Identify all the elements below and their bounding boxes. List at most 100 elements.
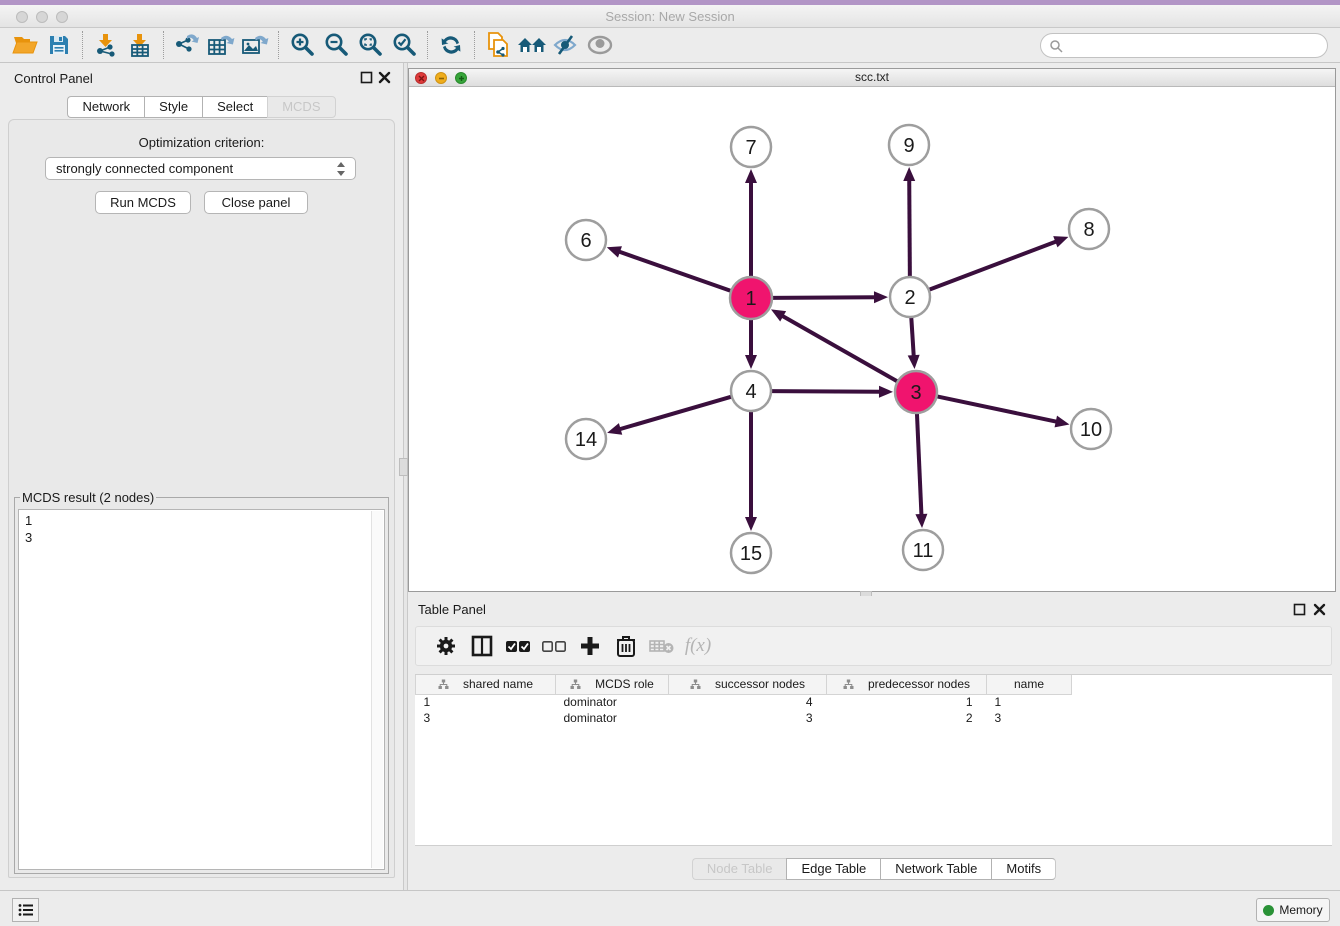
graph-node-10[interactable]: 10 (1071, 409, 1111, 449)
table-cell[interactable]: 1 (827, 694, 987, 710)
graph-node-2[interactable]: 2 (890, 277, 930, 317)
graph-node-14[interactable]: 14 (566, 419, 606, 459)
table-mode-gear-button[interactable] (428, 630, 464, 662)
optimization-criterion-select[interactable]: strongly connected component (45, 157, 356, 180)
table-row[interactable]: 1dominator411 (416, 694, 1072, 710)
maximize-window-icon[interactable] (455, 72, 467, 84)
save-session-button[interactable] (42, 30, 76, 60)
graph-edge-arrow-4-14 (607, 423, 622, 435)
column-header-MCDS-role[interactable]: MCDS role (556, 675, 669, 694)
run-mcds-button[interactable]: Run MCDS (95, 191, 191, 214)
memory-status-icon (1263, 905, 1274, 916)
table-row[interactable]: 3dominator323 (416, 710, 1072, 726)
function-builder-button: f(x) (680, 630, 716, 662)
tab-node-table[interactable]: Node Table (692, 858, 787, 880)
table-cell[interactable]: 1 (987, 694, 1072, 710)
column-header-predecessor-nodes[interactable]: predecessor nodes (827, 675, 987, 694)
column-header-successor-nodes[interactable]: successor nodes (669, 675, 827, 694)
column-header-shared-name[interactable]: shared name (416, 675, 556, 694)
graph-edge-2-8[interactable] (929, 241, 1058, 290)
graph-edge-2-3[interactable] (911, 317, 914, 357)
tab-motifs[interactable]: Motifs (991, 858, 1056, 880)
close-panel-button[interactable]: Close panel (204, 191, 308, 214)
zoom-out-button[interactable] (319, 30, 353, 60)
graph-edge-4-3[interactable] (771, 391, 881, 392)
reset-home-button[interactable] (515, 30, 549, 60)
graph-edge-arrow-1-7 (745, 169, 757, 183)
graph-node-9[interactable]: 9 (889, 125, 929, 165)
table-cell[interactable]: 3 (669, 710, 827, 726)
graph-node-6[interactable]: 6 (566, 220, 606, 260)
mcds-result-node: 3 (25, 529, 384, 546)
table-cell[interactable]: 1 (416, 694, 556, 710)
tab-edge-table[interactable]: Edge Table (786, 858, 880, 880)
search-box[interactable] (1040, 33, 1328, 58)
show-columns-button[interactable] (464, 630, 500, 662)
tab-select[interactable]: Select (202, 96, 267, 118)
close-traffic-icon[interactable] (16, 11, 28, 23)
hide-style-button[interactable] (549, 30, 583, 60)
graph-node-1[interactable]: 1 (730, 277, 772, 319)
zoom-fit-button[interactable] (353, 30, 387, 60)
table-cell[interactable]: dominator (556, 694, 669, 710)
table-cell[interactable]: 2 (827, 710, 987, 726)
graph-node-15[interactable]: 15 (731, 533, 771, 573)
graph-edge-3-11[interactable] (917, 413, 922, 516)
mcds-result-textarea[interactable]: 13 (18, 509, 385, 870)
close-panel-icon[interactable] (378, 71, 391, 84)
graph-node-7[interactable]: 7 (731, 127, 771, 167)
table-cell[interactable]: dominator (556, 710, 669, 726)
deselect-all-button[interactable] (536, 630, 572, 662)
export-table-button[interactable] (204, 30, 238, 60)
refresh-network-button[interactable] (434, 30, 468, 60)
tab-network[interactable]: Network (67, 96, 144, 118)
memory-button[interactable]: Memory (1256, 898, 1330, 922)
minimize-window-icon[interactable] (435, 72, 447, 84)
open-session-button[interactable] (8, 30, 42, 60)
table-cell[interactable]: 3 (416, 710, 556, 726)
minimize-traffic-icon[interactable] (36, 11, 48, 23)
show-eye-button[interactable] (583, 30, 617, 60)
graph-edge-4-14[interactable] (619, 397, 732, 430)
select-all-button[interactable] (500, 630, 536, 662)
tab-mcds[interactable]: MCDS (267, 96, 335, 118)
tab-style[interactable]: Style (144, 96, 202, 118)
graph-node-4[interactable]: 4 (731, 371, 771, 411)
close-table-panel-icon[interactable] (1313, 603, 1326, 616)
zoom-in-button[interactable] (285, 30, 319, 60)
table-body[interactable]: 1dominator4113dominator323 (416, 694, 1072, 726)
import-network-button[interactable] (89, 30, 123, 60)
panel-divider-grip[interactable] (399, 458, 408, 476)
table-cell[interactable]: 3 (987, 710, 1072, 726)
graph-edge-1-2[interactable] (772, 297, 876, 298)
column-header-name[interactable]: name (987, 675, 1072, 694)
table-header[interactable]: shared nameMCDS rolesuccessor nodesprede… (416, 675, 1072, 694)
task-history-button[interactable] (12, 898, 39, 922)
node-table[interactable]: shared nameMCDS rolesuccessor nodesprede… (415, 674, 1332, 846)
graph-node-8[interactable]: 8 (1069, 209, 1109, 249)
float-table-panel-icon[interactable] (1293, 603, 1306, 616)
close-window-icon[interactable] (415, 72, 427, 84)
graph-node-11[interactable]: 11 (903, 530, 943, 570)
svg-text:9: 9 (903, 135, 914, 157)
result-scrollbar[interactable] (371, 511, 383, 868)
search-input[interactable] (1068, 38, 1327, 53)
graph-edge-3-1[interactable] (781, 315, 897, 381)
toolbar-separator (474, 31, 475, 59)
tab-network-table[interactable]: Network Table (880, 858, 991, 880)
table-cell[interactable]: 4 (669, 694, 827, 710)
graph-edge-2-9[interactable] (909, 179, 910, 277)
zoom-selected-button[interactable] (387, 30, 421, 60)
clone-network-button[interactable] (481, 30, 515, 60)
graph-edge-3-10[interactable] (937, 396, 1058, 422)
graph-node-3[interactable]: 3 (895, 371, 937, 413)
export-image-button[interactable] (238, 30, 272, 60)
add-column-button[interactable] (572, 630, 608, 662)
graph-edge-1-6[interactable] (618, 251, 731, 291)
delete-columns-button[interactable] (608, 630, 644, 662)
export-network-button[interactable] (170, 30, 204, 60)
zoom-traffic-icon[interactable] (56, 11, 68, 23)
network-canvas-svg[interactable]: 7 9 6 8 1 2 4 3 14 10 15 11 (409, 87, 1335, 591)
float-panel-icon[interactable] (360, 71, 373, 84)
import-table-button[interactable] (123, 30, 157, 60)
